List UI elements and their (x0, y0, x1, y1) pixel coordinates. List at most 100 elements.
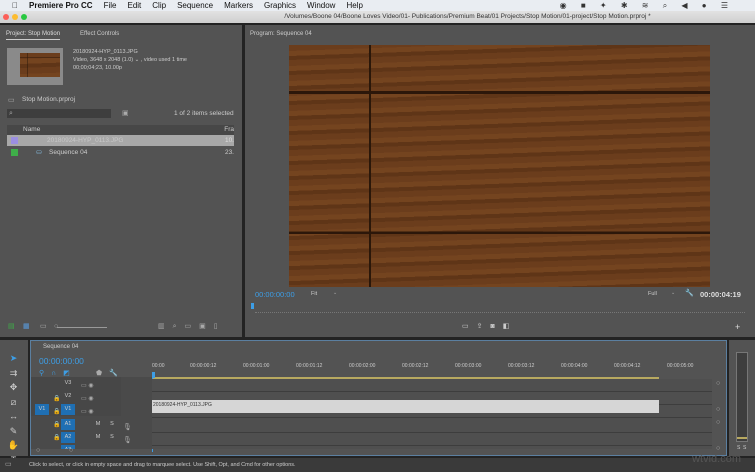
razor-tool-icon[interactable]: ⧄ (6, 395, 21, 410)
status-text: Click to select, or click in empty space… (29, 462, 296, 468)
timeline-clip[interactable]: 20180924-HYP_0113.JPG (152, 400, 659, 413)
solo-right[interactable]: S (743, 445, 746, 451)
status-icons: ◉ ■ ✦ ✱ ≋ ⌕ ◀ ● ☰ (559, 0, 734, 10)
close-button[interactable] (3, 14, 9, 20)
solo-left[interactable]: S (737, 445, 740, 451)
mic-icons[interactable]: 🎙 🎙 (123, 421, 132, 447)
project-panel: Project: Stop Motion Effect Controls 201… (0, 25, 242, 337)
ruler-label: 00:00:02:12 (402, 363, 429, 369)
freeform-view-icon[interactable]: ▭ (40, 323, 47, 330)
search-icon: ⌕ (9, 110, 13, 117)
wrench-icon[interactable]: 🔧 (685, 290, 694, 297)
marker-wrench-icons[interactable]: ⬟🔧 (96, 370, 125, 377)
list-item[interactable]: 20180924-HYP_0113.JPG 10. (7, 135, 234, 146)
monitor-timeline-bar[interactable] (255, 309, 745, 313)
transport-buttons[interactable]: ▭⇪◙◧ (462, 323, 517, 330)
item-fr: 23. (224, 149, 234, 156)
track-v2[interactable]: V2 (61, 391, 75, 402)
item-name: 20180924-HYP_0113.JPG (47, 137, 124, 144)
menu-bar:  Premiere Pro CC File Edit Clip Sequenc… (0, 0, 755, 11)
tab-program[interactable]: Program: Sequence 04 (250, 31, 312, 37)
track-v3[interactable]: V3 (61, 378, 75, 389)
eye-icons[interactable]: ▭ ◉ ▭ ◉ ▭ ◉ (81, 380, 94, 419)
solo-a2[interactable]: S (105, 432, 119, 443)
playhead-marker[interactable] (251, 303, 254, 309)
menu-help[interactable]: Help (346, 1, 362, 10)
ruler-label: 00:00:05:00 (667, 363, 694, 369)
solo-a1[interactable]: S (105, 419, 119, 430)
hand-tool-icon[interactable]: ✋ (6, 438, 21, 453)
zoom-scroll-handle[interactable]: ○ (69, 447, 73, 454)
tools-panel: ➤ ⇉ ✥ ⧄ ↔ ✎ ✋ T (0, 340, 28, 465)
timeline-option-icons[interactable]: ⚲∩◩ (39, 370, 77, 377)
clip-info: Video, 3648 x 2048 (1.0) ⌄ , video used … (73, 57, 187, 63)
list-view-icon[interactable]: ▤ (8, 323, 15, 330)
menu-window[interactable]: Window (307, 1, 335, 10)
track-v1[interactable]: V1 (61, 404, 75, 415)
tab-sequence[interactable]: Sequence 04 (43, 344, 78, 350)
clip-label: 20180924-HYP_0113.JPG (153, 402, 212, 408)
zoom-slider[interactable] (57, 327, 107, 328)
audio-meter: S S (729, 340, 755, 456)
menu-markers[interactable]: Markers (224, 1, 253, 10)
col-name[interactable]: Name (23, 126, 40, 133)
zoom-select[interactable]: Fit (311, 291, 317, 297)
menu-file[interactable]: File (104, 1, 117, 10)
duration-timecode: 00:00:04:19 (700, 290, 741, 299)
sequence-icon: ⛀ (36, 149, 42, 156)
panel-buttons[interactable]: ▥⌕▭▣▯ (158, 323, 226, 330)
track-select-tool-icon[interactable]: ⇉ (6, 366, 21, 381)
menu-edit[interactable]: Edit (127, 1, 141, 10)
track-headers: V3 V2 V1 V1 A1 A2 A3 M S M S 🔒🔒🔒🔒 ▭ ◉▭ ◉… (31, 377, 152, 449)
ruler-label: 00:00:00:12 (190, 363, 217, 369)
lock-icons[interactable]: 🔒 🔒 🔒 🔒 (53, 393, 60, 445)
apple-icon[interactable]:  (12, 1, 18, 10)
zoom-scroll-handle[interactable]: ○ (36, 447, 40, 454)
menu-sequence[interactable]: Sequence (177, 1, 213, 10)
mute-a2[interactable]: M (91, 432, 105, 443)
zoom-handle[interactable]: ○ (54, 323, 58, 330)
playhead-timecode[interactable]: 00:00:00:00 (255, 290, 295, 299)
slip-tool-icon[interactable]: ↔ (6, 409, 21, 424)
ruler-label: 00:00:03:12 (508, 363, 535, 369)
clip-thumbnail (7, 48, 63, 85)
chevron-down-icon: ⌄ (333, 290, 338, 296)
zoom-button[interactable] (21, 14, 27, 20)
window-title: /Volumes/Boone 04/Boone Loves Video/01- … (284, 13, 651, 20)
timeline-timecode[interactable]: 00:00:00:00 (39, 356, 84, 366)
time-ruler[interactable]: 00:00 00:00:00:12 00:00:01:00 00:00:01:1… (152, 363, 712, 379)
menu-clip[interactable]: Clip (152, 1, 166, 10)
track-area[interactable]: 20180924-HYP_0113.JPG (152, 379, 712, 449)
col-frame-rate[interactable]: Fra (224, 126, 234, 133)
track-scroll-handles[interactable]: ○ ○ ○ ○ (716, 377, 720, 455)
item-fr: 10. (224, 137, 234, 144)
quality-select[interactable]: Full (648, 291, 657, 297)
ruler-label: 00:00:02:00 (349, 363, 376, 369)
track-a2[interactable]: A2 (61, 432, 75, 443)
watermark: wtvid.com (692, 453, 741, 465)
ruler-label: 00:00:01:00 (243, 363, 270, 369)
tab-project[interactable]: Project: Stop Motion (6, 31, 61, 40)
list-item[interactable]: ⛀ Sequence 04 23. (7, 147, 234, 158)
source-patch-v1[interactable]: V1 (35, 404, 49, 415)
menu-app[interactable]: Premiere Pro CC (29, 1, 93, 10)
ripple-edit-tool-icon[interactable]: ✥ (6, 380, 21, 395)
ruler-label: 00:00:03:00 (455, 363, 482, 369)
status-bar: ▭ Click to select, or click in empty spa… (0, 453, 755, 472)
pen-tool-icon[interactable]: ✎ (6, 424, 21, 439)
search-input[interactable]: ⌕ (7, 109, 111, 118)
tab-effect-controls[interactable]: Effect Controls (80, 31, 119, 37)
icon-view-icon[interactable]: ▦ (23, 323, 30, 330)
selection-tool-icon[interactable]: ➤ (6, 351, 21, 366)
minimize-button[interactable] (12, 14, 18, 20)
video-frame (289, 45, 710, 287)
ruler-label: 00:00:01:12 (296, 363, 323, 369)
mute-a1[interactable]: M (91, 419, 105, 430)
status-icon: ▭ (5, 461, 12, 468)
menu-graphics[interactable]: Graphics (264, 1, 296, 10)
track-a1[interactable]: A1 (61, 419, 75, 430)
new-bin-icon[interactable]: ▣ (122, 110, 129, 117)
add-button[interactable]: + (735, 323, 740, 332)
clip-name: 20180924-HYP_0113.JPG (73, 49, 138, 55)
selection-status: 1 of 2 items selected (174, 110, 234, 117)
